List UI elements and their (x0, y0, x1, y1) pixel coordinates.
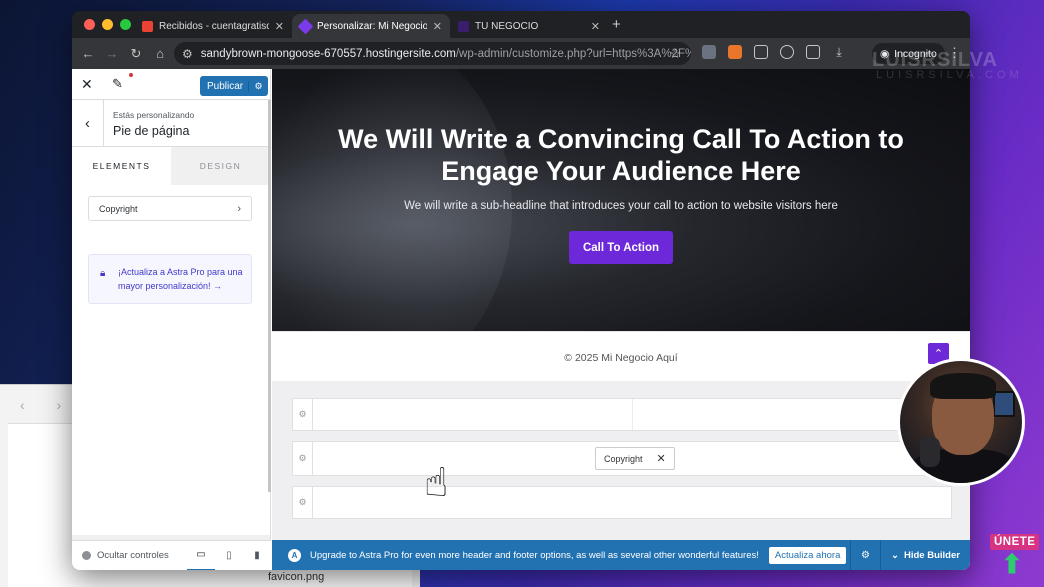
site-footer: © 2025 Mi Negocio Aquí ⌃ (272, 331, 970, 381)
webcam-overlay (897, 358, 1025, 486)
minimize-window-button[interactable] (102, 19, 113, 30)
upgrade-message: Upgrade to Astra Pro for even more heade… (310, 549, 759, 561)
pencil-icon[interactable]: ✎ (112, 76, 123, 92)
customizing-label: Estás personalizando (113, 110, 195, 120)
site-info-icon[interactable]: ⚙ (182, 47, 193, 61)
builder-row-primary[interactable]: ⚙ Copyright ✕ (292, 441, 952, 476)
browser-toolbar: ← → ↻ ⌂ ⚙ sandybrown-mongoose-670557.hos… (72, 38, 970, 69)
pro-upgrade-notice[interactable]: 🔒︎ ¡Actualiza a Astra Pro para una mayor… (88, 254, 252, 304)
extension-icon[interactable] (702, 45, 716, 59)
section-title: Pie de página (113, 124, 190, 138)
hide-controls-button[interactable]: Ocultar controles (72, 550, 169, 561)
tab-strip: Recibidos - cuentagratisdeln ✕ Personali… (72, 11, 970, 38)
call-to-action-button[interactable]: Call To Action (569, 231, 673, 264)
window-controls (84, 19, 131, 30)
hero-title: We Will Write a Convincing Call To Actio… (338, 124, 904, 186)
forward-icon[interactable]: → (100, 46, 124, 61)
chevron-down-icon: ⌄ (891, 549, 899, 561)
hero-section: We Will Write a Convincing Call To Actio… (272, 69, 970, 331)
wordpress-icon (297, 18, 314, 34)
builder-row-below[interactable]: ⚙ (292, 486, 952, 519)
section-tabs: ELEMENTS DESIGN (72, 147, 270, 185)
cast-icon[interactable] (806, 45, 820, 59)
astra-icon (458, 20, 469, 32)
upgrade-now-button[interactable]: Actualiza ahora (768, 546, 847, 564)
desktop-icon[interactable]: ▭ (187, 541, 215, 570)
sidebar-scrollbar[interactable] (268, 100, 271, 492)
mobile-icon[interactable]: ▮ (243, 541, 271, 571)
footer-copyright-text[interactable]: © 2025 Mi Negocio Aquí (272, 352, 970, 364)
close-icon[interactable]: ✕ (81, 76, 93, 93)
customizer-sidebar: ✕ ✎ Publicar ⚙ ‹ Estás personalizando Pi… (72, 69, 271, 570)
tab-elements[interactable]: ELEMENTS (72, 147, 171, 185)
new-tab-button[interactable]: + (612, 16, 621, 33)
bookmark-star-icon[interactable]: ☆ (669, 46, 681, 62)
footer-builder: ⚙ ⚙ Copyright ✕ ⚙ (272, 381, 970, 540)
extensions-puzzle-icon[interactable] (754, 45, 768, 59)
section-body: Copyright › 🔒︎ ¡Actualiza a Astra Pro pa… (72, 185, 270, 535)
finder-filename: favicon.png (268, 571, 325, 583)
collapse-icon (82, 551, 91, 560)
gear-icon[interactable]: ⚙ (293, 442, 313, 475)
gear-icon[interactable]: ⚙ (850, 540, 880, 570)
tab-close-icon[interactable]: ✕ (275, 20, 284, 33)
tab-gmail[interactable]: Recibidos - cuentagratisdeln ✕ (134, 14, 292, 38)
notification-dot (129, 73, 133, 77)
finder-nav-arrows: ‹ › (20, 397, 76, 413)
tab-design[interactable]: DESIGN (171, 147, 270, 185)
close-window-button[interactable] (84, 19, 95, 30)
customizer-header: ✕ ✎ Publicar ⚙ (72, 69, 270, 100)
site-preview: We Will Write a Convincing Call To Actio… (272, 69, 970, 570)
builder-row-above[interactable]: ⚙ (292, 398, 952, 431)
home-icon[interactable]: ⌂ (148, 46, 172, 61)
hide-builder-button[interactable]: ⌄ Hide Builder (880, 540, 970, 570)
gear-icon[interactable]: ⚙ (293, 487, 313, 518)
tablet-icon[interactable]: ▯ (215, 541, 243, 571)
remove-icon[interactable]: ✕ (657, 452, 666, 465)
watermark-subtext: LUISRSILVA.COM (876, 69, 1023, 81)
gear-icon[interactable]: ⚙ (248, 80, 268, 92)
tab-customizer[interactable]: Personalizar: Mi Negocio Aquí ✕ (292, 14, 450, 38)
browser-window: Recibidos - cuentagratisdeln ✕ Personali… (72, 11, 970, 570)
extension-icon[interactable] (728, 45, 742, 59)
arrow-up-icon: ⬆ (1001, 549, 1023, 579)
url-path: /wp-admin/customize.php?url=https%3A%2F%… (455, 47, 691, 60)
download-icon[interactable]: ⤓ (832, 45, 846, 59)
lock-icon: 🔒︎ (100, 268, 106, 279)
microphone-icon (920, 437, 940, 467)
publish-button[interactable]: Publicar ⚙ (200, 76, 268, 96)
url-host: sandybrown-mongoose-670557.hostingersite… (200, 47, 456, 60)
back-chevron-icon[interactable]: ‹ (72, 100, 104, 147)
device-preview-switcher: ▭ ▯ ▮ (187, 541, 271, 571)
address-bar[interactable]: ⚙ sandybrown-mongoose-670557.hostingersi… (174, 42, 691, 65)
section-header: ‹ Estás personalizando Pie de página (72, 100, 270, 147)
tab-close-icon[interactable]: ✕ (591, 20, 600, 33)
tab-close-icon[interactable]: ✕ (433, 20, 442, 33)
gmail-icon (142, 20, 153, 32)
astra-logo-icon: A (288, 548, 301, 562)
join-badge: ÚNETE (990, 534, 1040, 550)
media-icon[interactable] (780, 45, 794, 59)
copyright-item[interactable]: Copyright › (88, 196, 252, 221)
hand-cursor-icon: ☝︎ (424, 461, 449, 505)
chevron-right-icon: › (237, 202, 241, 215)
copyright-builder-chip[interactable]: Copyright ✕ (595, 447, 675, 470)
reload-icon[interactable]: ↻ (124, 46, 148, 62)
back-icon[interactable]: ← (76, 46, 100, 61)
maximize-window-button[interactable] (120, 19, 131, 30)
extensions-area: ⤓ (702, 45, 846, 59)
hero-subtitle: We will write a sub-headline that introd… (404, 200, 838, 212)
customizer-footer: Ocultar controles ▭ ▯ ▮ (72, 540, 271, 570)
tab-tu-negocio[interactable]: TU NEGOCIO ✕ (450, 14, 608, 38)
page-content: ✕ ✎ Publicar ⚙ ‹ Estás personalizando Pi… (72, 69, 970, 570)
gear-icon[interactable]: ⚙ (293, 399, 313, 430)
upgrade-bar: A Upgrade to Astra Pro for even more hea… (272, 540, 970, 570)
